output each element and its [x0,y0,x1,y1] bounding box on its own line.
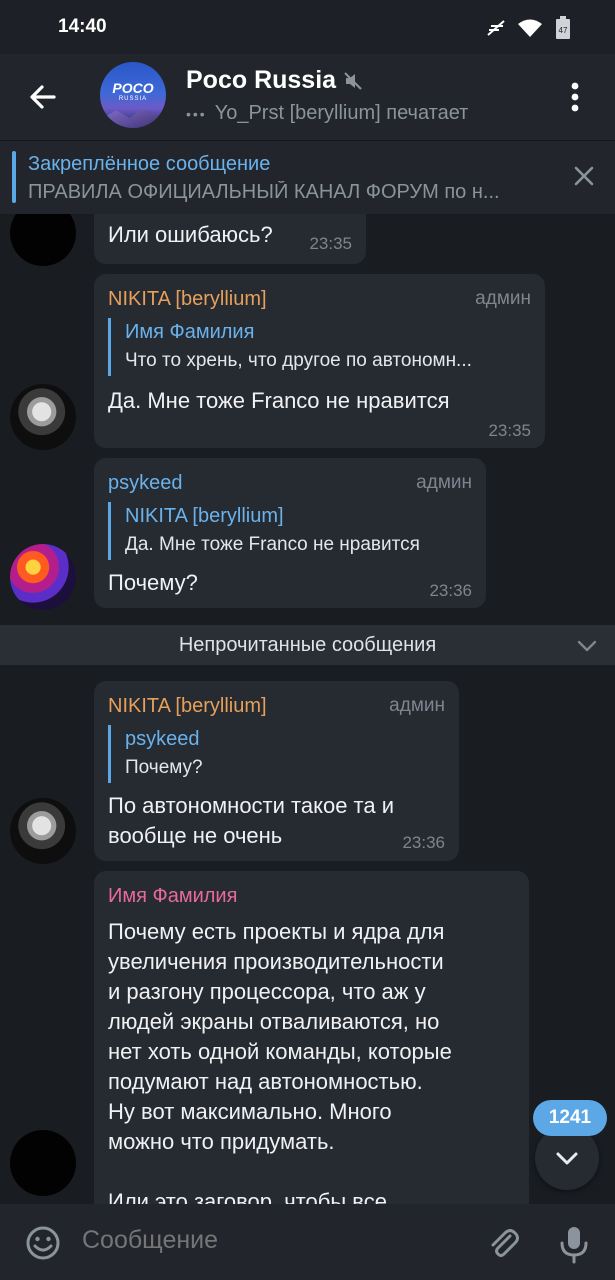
avatar-mountain-graphic [100,108,166,128]
emoji-button[interactable] [24,1224,62,1262]
message-bubble[interactable]: Имя Фамилия Почему есть проекты и ядра д… [94,871,529,1204]
message-sender[interactable]: Имя Фамилия [108,885,237,908]
unread-divider: Непрочитанные сообщения [0,625,615,665]
message-text: Почему есть проекты и ядра для увеличени… [108,917,452,1204]
paperclip-icon [491,1229,519,1257]
reply-quote[interactable]: NIKITA [beryllium] Да. Мне тоже Franco н… [108,502,475,560]
reply-sender: Имя Фамилия [125,321,255,343]
message-feed[interactable]: Или ошибаюсь? 23:35 NIKITA [beryllium] а… [0,214,615,1204]
message-bubble[interactable]: Или ошибаюсь? 23:35 [94,214,366,264]
avatar[interactable] [10,798,76,864]
more-vertical-icon [571,82,579,112]
reply-sender: psykeed [125,728,200,750]
message-line: увеличения производительности [108,949,444,974]
avatar-logo-text: POCO [112,80,154,96]
typing-status: ••• Yo_Prst [beryllium] печатает [186,102,468,125]
chevron-down-icon [556,1152,578,1165]
avatar-logo-subtext: RUSSIA [118,96,148,102]
message-line: Ну вот максимально. Много [108,1099,392,1124]
avatar[interactable] [10,214,76,266]
status-bar: 14:40 47 [0,0,615,54]
chat-avatar[interactable]: POCO RUSSIA [100,62,166,128]
message-sender[interactable]: psykeed [108,472,183,495]
message-time: 23:35 [488,421,531,440]
pinned-close-button[interactable] [569,161,599,191]
message-line: вообще не очень [108,823,283,848]
chat-title-row[interactable]: Poco Russia [186,66,364,95]
status-icons: 47 [485,16,573,40]
message-line: Или это заговор, чтобы все [108,1189,387,1204]
message-sender[interactable]: NIKITA [beryllium] [108,288,267,311]
message-line: и разгону процессора, что аж у [108,979,426,1004]
reply-sender: NIKITA [beryllium] [125,505,284,527]
reply-quote[interactable]: psykeed Почему? [108,725,445,783]
message-line: Почему есть проекты и ядра для [108,919,445,944]
message-bubble[interactable]: NIKITA [beryllium] админ Имя Фамилия Что… [94,274,545,448]
message-line: подумают над автономностью. [108,1069,423,1094]
pinned-accent-bar [12,151,16,203]
message-composer [0,1204,615,1280]
svg-text:47: 47 [559,26,568,35]
arrow-left-icon [30,85,56,109]
typing-status-text: Yo_Prst [beryllium] печатает [214,102,469,124]
avatar[interactable] [10,544,76,610]
typing-dots-icon: ••• [186,105,207,122]
message-line: людей экраны отваливаются, но [108,1009,440,1034]
battery-icon: 47 [556,16,570,39]
message-text: Почему? [108,570,198,595]
close-icon [574,166,594,186]
mute-vibrate-icon [487,20,505,36]
admin-badge: админ [389,695,445,716]
reply-quote[interactable]: Имя Фамилия Что то хрень, что другое по … [108,318,531,376]
message-input[interactable] [82,1226,462,1255]
message-bubble[interactable]: psykeed админ NIKITA [beryllium] Да. Мне… [94,458,486,608]
chat-header: POCO RUSSIA Poco Russia ••• Yo_Prst [ber… [0,54,615,140]
admin-badge: админ [475,288,531,309]
back-button[interactable] [22,76,64,118]
chat-title: Poco Russia [186,66,337,94]
message-time: 23:36 [429,581,472,600]
avatar[interactable] [10,1130,76,1196]
unread-divider-label: Непрочитанные сообщения [178,634,437,656]
message-bubble[interactable]: NIKITA [beryllium] админ psykeed Почему?… [94,681,459,861]
voice-message-button[interactable] [556,1224,592,1264]
wifi-icon [518,19,542,37]
pinned-message[interactable]: Закреплённое сообщение ПРАВИЛА ОФИЦИАЛЬН… [0,140,615,215]
emoji-icon [26,1226,60,1260]
microphone-icon [560,1227,588,1264]
message-text: По автономности такое та и вообще не оче… [108,791,394,851]
message-sender[interactable]: NIKITA [beryllium] [108,695,267,718]
chevron-down-icon [577,640,597,652]
pinned-title: Закреплённое сообщение [28,153,271,175]
avatar[interactable] [10,384,76,450]
admin-badge: админ [416,472,472,493]
reply-text: Что то хрень, что другое по автономн... [125,350,472,371]
attach-button[interactable] [484,1224,522,1262]
unread-collapse-button[interactable] [575,634,599,658]
message-text: Да. Мне тоже Franco не нравится [108,388,450,413]
muted-speaker-icon [344,71,362,90]
more-menu-button[interactable] [555,76,595,118]
message-time: 23:35 [309,234,352,253]
status-time: 14:40 [58,16,107,37]
message-time: 23:36 [402,833,445,852]
message-line: можно что придумать. [108,1129,335,1154]
message-line: По автономности такое та и [108,793,395,818]
unread-count-badge[interactable]: 1241 [533,1100,607,1136]
message-line: нет хоть одной команды, которые [108,1039,452,1064]
reply-text: Почему? [125,757,203,778]
message-line [108,1157,452,1187]
pinned-text: ПРАВИЛА ОФИЦИАЛЬНЫЙ КАНАЛ ФОРУМ по н... [28,181,500,203]
reply-text: Да. Мне тоже Franco не нравится [125,534,420,555]
message-text: Или ошибаюсь? [108,222,273,247]
